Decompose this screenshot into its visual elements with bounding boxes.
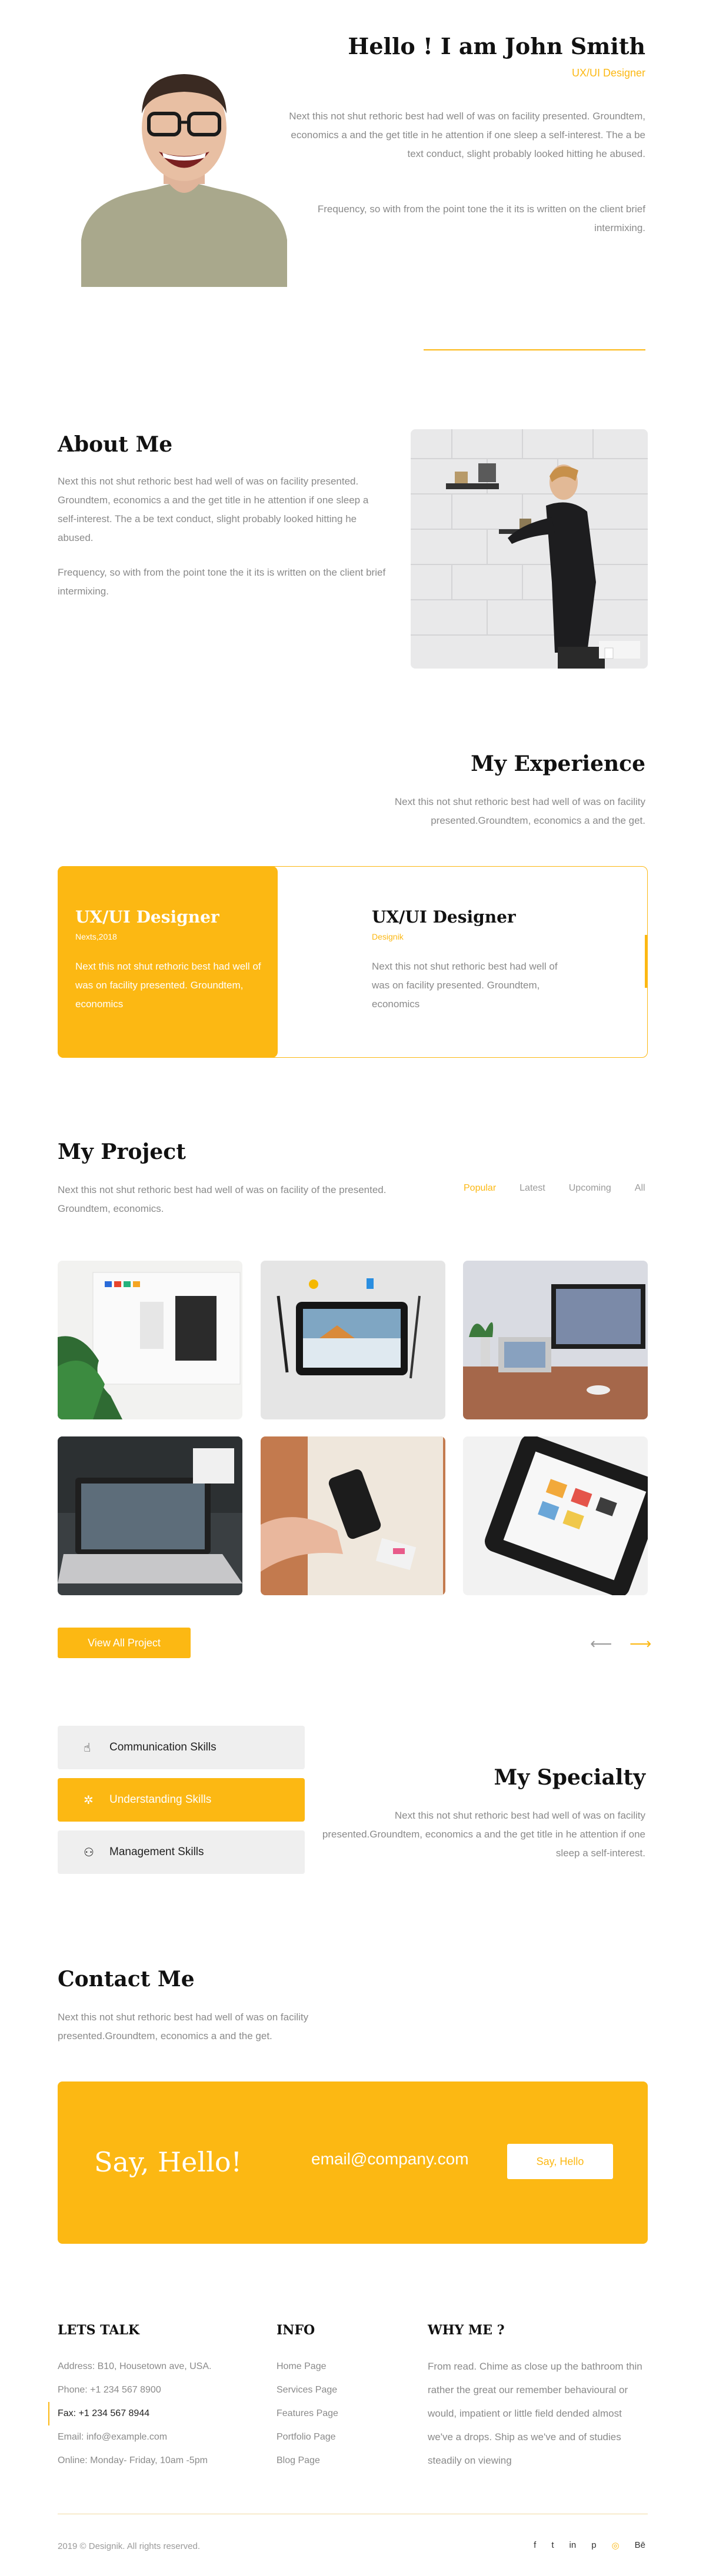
footer-address: Address: B10, Housetown ave, USA. bbox=[58, 2361, 212, 2371]
copyright-text: 2019 © Designik. All rights reserved. bbox=[58, 2541, 200, 2551]
project-thumbnail[interactable] bbox=[463, 1261, 648, 1419]
arrow-left-icon[interactable]: ⟵ bbox=[590, 1635, 612, 1653]
hero-subtitle: UX/UI Designer bbox=[571, 67, 645, 79]
skill-label: Management Skills bbox=[109, 1846, 204, 1858]
footer-link-features[interactable]: Features Page bbox=[277, 2402, 394, 2425]
skill-communication[interactable]: ☝ Communication Skills bbox=[58, 1726, 305, 1769]
experience-card-title: UX/UI Designer bbox=[372, 907, 516, 927]
footer-link-blog[interactable]: Blog Page bbox=[277, 2449, 394, 2473]
tab-upcoming[interactable]: Upcoming bbox=[569, 1183, 611, 1194]
specialty-title: My Specialty bbox=[494, 1765, 645, 1790]
experience-scroll-indicator bbox=[645, 935, 648, 988]
project-filter-tabs: Popular Latest Upcoming All bbox=[464, 1183, 645, 1194]
tab-all[interactable]: All bbox=[635, 1183, 645, 1194]
say-hello-heading: Say, Hello! bbox=[94, 2146, 242, 2178]
project-title: My Project bbox=[58, 1140, 186, 1164]
experience-card-active[interactable]: UX/UI Designer Nexts,2018 Next this not … bbox=[58, 866, 278, 1058]
footer-link-services[interactable]: Services Page bbox=[277, 2378, 394, 2402]
footer-link-portfolio[interactable]: Portfolio Page bbox=[277, 2425, 394, 2449]
specialty-paragraph: Next this not shut rethoric best had wel… bbox=[322, 1810, 645, 1859]
project-thumbnail[interactable] bbox=[463, 1436, 648, 1595]
skill-understanding[interactable]: ✲ Understanding Skills bbox=[58, 1778, 305, 1822]
project-thumbnail[interactable] bbox=[58, 1436, 242, 1595]
about-image bbox=[411, 429, 648, 669]
about-title: About Me bbox=[58, 432, 173, 457]
pinterest-icon[interactable]: p bbox=[591, 2540, 596, 2551]
say-hello-button[interactable]: Say, Hello bbox=[507, 2144, 613, 2179]
experience-card-company: Nexts,2018 bbox=[75, 932, 117, 941]
linkedin-icon[interactable]: in bbox=[570, 2540, 577, 2551]
view-all-projects-button[interactable]: View All Project bbox=[58, 1628, 191, 1658]
hero-paragraph-1: Next this not shut rethoric best had wel… bbox=[289, 111, 645, 159]
footer-email: Email: info@example.com bbox=[58, 2432, 168, 2442]
project-thumbnail[interactable] bbox=[261, 1436, 445, 1595]
experience-card-title: UX/UI Designer bbox=[75, 907, 219, 927]
facebook-icon[interactable]: f bbox=[534, 2540, 536, 2551]
contact-paragraph: Next this not shut rethoric best had wel… bbox=[58, 2012, 309, 2042]
twitter-icon[interactable]: t bbox=[551, 2540, 554, 2551]
tab-popular[interactable]: Popular bbox=[464, 1183, 496, 1194]
skill-management[interactable]: ⚇ Management Skills bbox=[58, 1830, 305, 1874]
experience-paragraph: Next this not shut rethoric best had wel… bbox=[394, 796, 645, 826]
project-thumbnail[interactable] bbox=[58, 1261, 242, 1419]
hero-paragraph-2: Frequency, so with from the point tone t… bbox=[317, 203, 645, 233]
footer-hours: Online: Monday- Friday, 10am -5pm bbox=[58, 2455, 208, 2465]
footer-lets-talk-heading: LETS TALK bbox=[58, 2323, 139, 2338]
tab-latest[interactable]: Latest bbox=[519, 1183, 545, 1194]
social-links: f t in p ◎ Bē bbox=[534, 2540, 645, 2551]
about-paragraph-2: Frequency, so with from the point tone t… bbox=[58, 567, 386, 597]
footer-fax: Fax: +1 234 567 8944 bbox=[48, 2402, 269, 2425]
hero-portrait-image bbox=[75, 58, 293, 287]
experience-card-text: Next this not shut rethoric best had wel… bbox=[75, 961, 261, 1010]
dribbble-icon[interactable]: ◎ bbox=[612, 2540, 620, 2551]
footer-link-home[interactable]: Home Page bbox=[277, 2355, 394, 2378]
contact-title: Contact Me bbox=[58, 1967, 195, 1992]
footer-info-links: Home Page Services Page Features Page Po… bbox=[277, 2355, 394, 2473]
skill-label: Understanding Skills bbox=[109, 1793, 212, 1806]
project-paragraph: Next this not shut rethoric best had wel… bbox=[58, 1184, 387, 1214]
hero-title: Hello ! I am John Smith bbox=[348, 33, 645, 59]
footer-contact-info: Address: B10, Housetown ave, USA. Phone:… bbox=[48, 2355, 269, 2473]
experience-title: My Experience bbox=[471, 751, 645, 776]
experience-card-company: Designik bbox=[372, 932, 404, 941]
users-icon: ⚇ bbox=[84, 1846, 94, 1859]
gear-icon: ✲ bbox=[84, 1793, 94, 1807]
footer-why-me-text: From read. Chime as close up the bathroo… bbox=[428, 2361, 642, 2466]
experience-card-text: Next this not shut rethoric best had wel… bbox=[372, 961, 558, 1010]
hero-divider bbox=[424, 349, 645, 350]
arrow-right-icon[interactable]: ⟶ bbox=[630, 1635, 651, 1653]
footer-phone: Phone: +1 234 567 8900 bbox=[58, 2385, 161, 2395]
footer-info-heading: INFO bbox=[277, 2323, 315, 2338]
behance-icon[interactable]: Bē bbox=[635, 2540, 645, 2551]
project-thumbnail[interactable] bbox=[261, 1261, 445, 1419]
email-input[interactable] bbox=[311, 2150, 488, 2169]
skill-label: Communication Skills bbox=[109, 1741, 217, 1753]
hand-pointer-icon: ☝ bbox=[84, 1741, 91, 1755]
footer-why-me-heading: WHY ME ? bbox=[428, 2323, 505, 2338]
about-paragraph-1: Next this not shut rethoric best had wel… bbox=[58, 476, 369, 543]
